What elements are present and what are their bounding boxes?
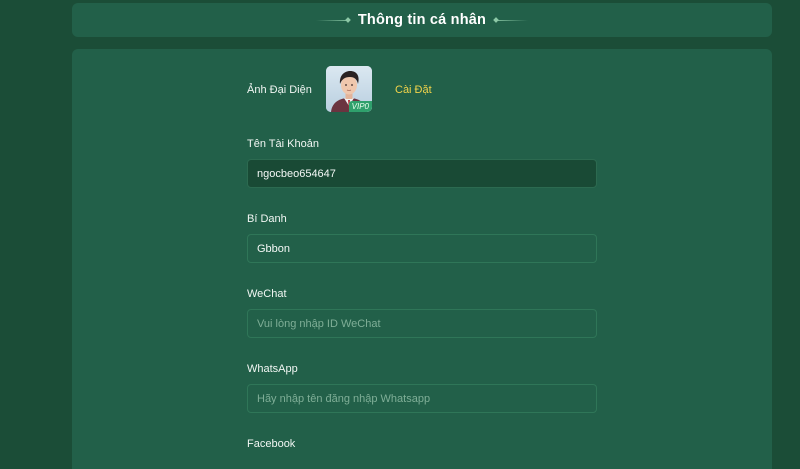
vip-badge: VIP0 (348, 101, 372, 112)
account-name-field[interactable] (247, 159, 597, 188)
avatar[interactable]: VIP0 (326, 66, 372, 112)
page-title: Thông tin cá nhân (357, 12, 487, 28)
wechat-field[interactable] (247, 309, 597, 338)
account-name-input[interactable] (257, 167, 587, 180)
header-bar: Thông tin cá nhân (72, 3, 772, 37)
wechat-label: WeChat (247, 288, 287, 300)
nickname-label: Bí Danh (247, 213, 287, 225)
profile-form-card: Ảnh Đại Diện VIP0 Cài Đặt Tên Tài Khoản … (72, 49, 772, 469)
wechat-input[interactable] (257, 317, 587, 330)
title-wrap: Thông tin cá nhân (315, 12, 529, 28)
nickname-field[interactable] (247, 234, 597, 263)
account-name-label: Tên Tài Khoản (247, 138, 319, 150)
avatar-label: Ảnh Đại Diện (247, 84, 312, 96)
whatsapp-input[interactable] (257, 392, 587, 405)
whatsapp-field[interactable] (247, 384, 597, 413)
nickname-input[interactable] (257, 242, 587, 255)
title-right-ornament (493, 17, 529, 23)
title-left-ornament (315, 17, 351, 23)
facebook-label: Facebook (247, 438, 296, 450)
avatar-settings-link[interactable]: Cài Đặt (395, 84, 432, 96)
whatsapp-label: WhatsApp (247, 363, 298, 375)
